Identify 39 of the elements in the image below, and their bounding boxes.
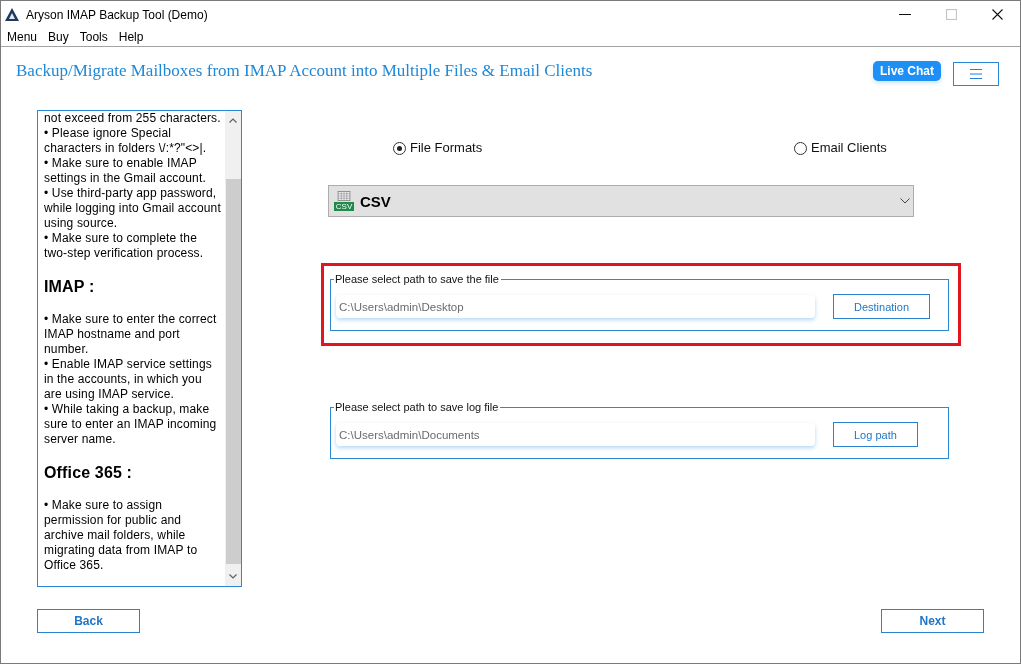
path-field[interactable]: C:\Users\admin\Desktop <box>336 295 815 318</box>
scrollbar[interactable] <box>225 111 241 586</box>
close-icon[interactable] <box>991 9 1003 20</box>
spreadsheet-icon <box>337 191 351 201</box>
radio-option[interactable]: Email Clients <box>794 140 887 156</box>
help-text: • Make sure to enable IMAP settings in the Gmail account. <box>44 156 207 186</box>
menu-item[interactable]: Buy <box>48 29 75 45</box>
chevron-up-icon[interactable] <box>229 118 237 123</box>
chevron-down-icon[interactable] <box>229 574 237 579</box>
radio-option[interactable]: File Formats <box>393 140 794 156</box>
menu-icon <box>970 69 982 79</box>
path-field[interactable]: C:\Users\admin\Documents <box>336 423 815 446</box>
menu-button[interactable] <box>953 62 999 86</box>
help-text: not exceed from 255 characters. <box>44 111 222 126</box>
menu-item[interactable]: Tools <box>79 29 114 45</box>
section-heading: IMAP : <box>44 277 96 297</box>
format-dropdown[interactable]: CSV CSV <box>328 185 914 217</box>
group-label: Please select path to save the file <box>334 273 501 286</box>
help-text: • Please ignore Special characters in folders \/:*?"<>|. <box>44 126 208 156</box>
chevron-down-icon <box>900 198 910 204</box>
browse-button[interactable]: Destination <box>833 294 931 319</box>
app-logo-icon <box>5 7 19 22</box>
help-text: • While taking a backup, make sure to enter an IMAP incoming server name. <box>44 402 218 447</box>
help-text: • Make sure to complete the two-step verification process. <box>44 231 205 261</box>
group-label: Please select path to save log file <box>334 401 501 414</box>
section-heading: Office 365 : <box>44 463 134 483</box>
scrollbar-thumb[interactable] <box>225 179 241 564</box>
help-text: • Enable IMAP service settings in the accounts, in which you are using IMAP service. <box>44 357 213 402</box>
window-title: Aryson IMAP Backup Tool (Demo) <box>26 7 208 22</box>
menu-item[interactable]: Help <box>118 29 150 45</box>
page-heading: Backup/Migrate Mailboxes from IMAP Account into Multiple Files & Email Clients <box>16 61 593 81</box>
help-text: • Make sure to enter the correct IMAP hostname and port number. <box>44 312 218 357</box>
help-text: • Use third-party app password, while logging into Gmail account using source. <box>44 186 222 231</box>
file-type-tag: CSV <box>333 202 355 211</box>
help-text: • Make sure to assign permission for public and archive mail folders, while migrating data from IMAP to Office 365. <box>44 498 199 573</box>
back-button[interactable]: Back <box>37 609 140 633</box>
browse-button[interactable]: Log path <box>833 422 918 447</box>
next-button[interactable]: Next <box>881 609 984 633</box>
menu-item[interactable]: Menu <box>7 29 44 45</box>
